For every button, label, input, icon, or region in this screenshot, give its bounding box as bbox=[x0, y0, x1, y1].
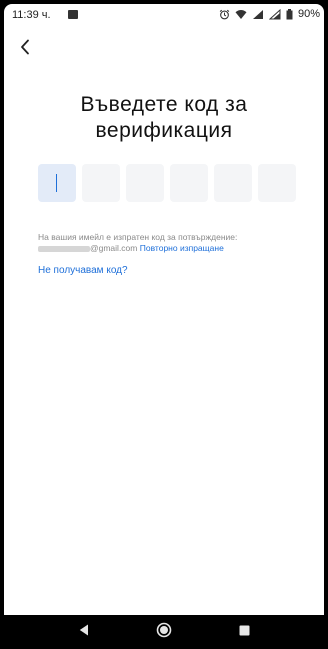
back-button[interactable] bbox=[14, 36, 36, 58]
code-digit-4[interactable] bbox=[170, 164, 208, 202]
home-circle-icon bbox=[156, 622, 172, 638]
code-digit-3[interactable] bbox=[126, 164, 164, 202]
battery-percent: 90% bbox=[297, 8, 320, 20]
nav-recents-button[interactable] bbox=[229, 615, 259, 645]
phone-screen: 11:39 ч. 90% Въведете код за верификация… bbox=[4, 4, 324, 645]
chevron-left-icon bbox=[21, 39, 29, 55]
email-row: @gmail.com Повторно изпращане bbox=[38, 243, 308, 254]
battery-icon bbox=[286, 8, 293, 20]
nav-back-button[interactable] bbox=[69, 615, 99, 645]
back-triangle-icon bbox=[79, 624, 88, 636]
info-text: На вашия имейл е изпратен код за потвърж… bbox=[38, 232, 238, 242]
signal-icon bbox=[252, 9, 264, 20]
email-suffix: @gmail.com bbox=[90, 243, 138, 253]
navigation-bar bbox=[4, 615, 324, 645]
text-caret bbox=[56, 174, 57, 192]
recents-square-icon bbox=[239, 625, 249, 635]
status-time: 11:39 ч. bbox=[12, 9, 51, 21]
wifi-icon bbox=[235, 9, 247, 20]
signal-icon-2 bbox=[268, 8, 281, 20]
no-code-link[interactable]: Не получавам код? bbox=[38, 265, 128, 276]
alarm-icon bbox=[219, 9, 230, 20]
masked-email-prefix bbox=[38, 245, 90, 252]
image-icon bbox=[68, 10, 78, 19]
verification-code-input[interactable] bbox=[38, 164, 296, 202]
code-sent-info: На вашия имейл е изпратен код за потвърж… bbox=[38, 232, 308, 254]
code-digit-2[interactable] bbox=[82, 164, 120, 202]
nav-home-button[interactable] bbox=[149, 615, 179, 645]
page-title: Въведете код за верификация bbox=[80, 93, 248, 142]
status-bar: 11:39 ч. 90% bbox=[4, 4, 324, 28]
status-icons: 90% bbox=[219, 8, 320, 20]
code-digit-5[interactable] bbox=[214, 164, 252, 202]
code-digit-6[interactable] bbox=[258, 164, 296, 202]
code-digit-1[interactable] bbox=[38, 164, 76, 202]
resend-link[interactable]: Повторно изпращане bbox=[140, 243, 224, 253]
